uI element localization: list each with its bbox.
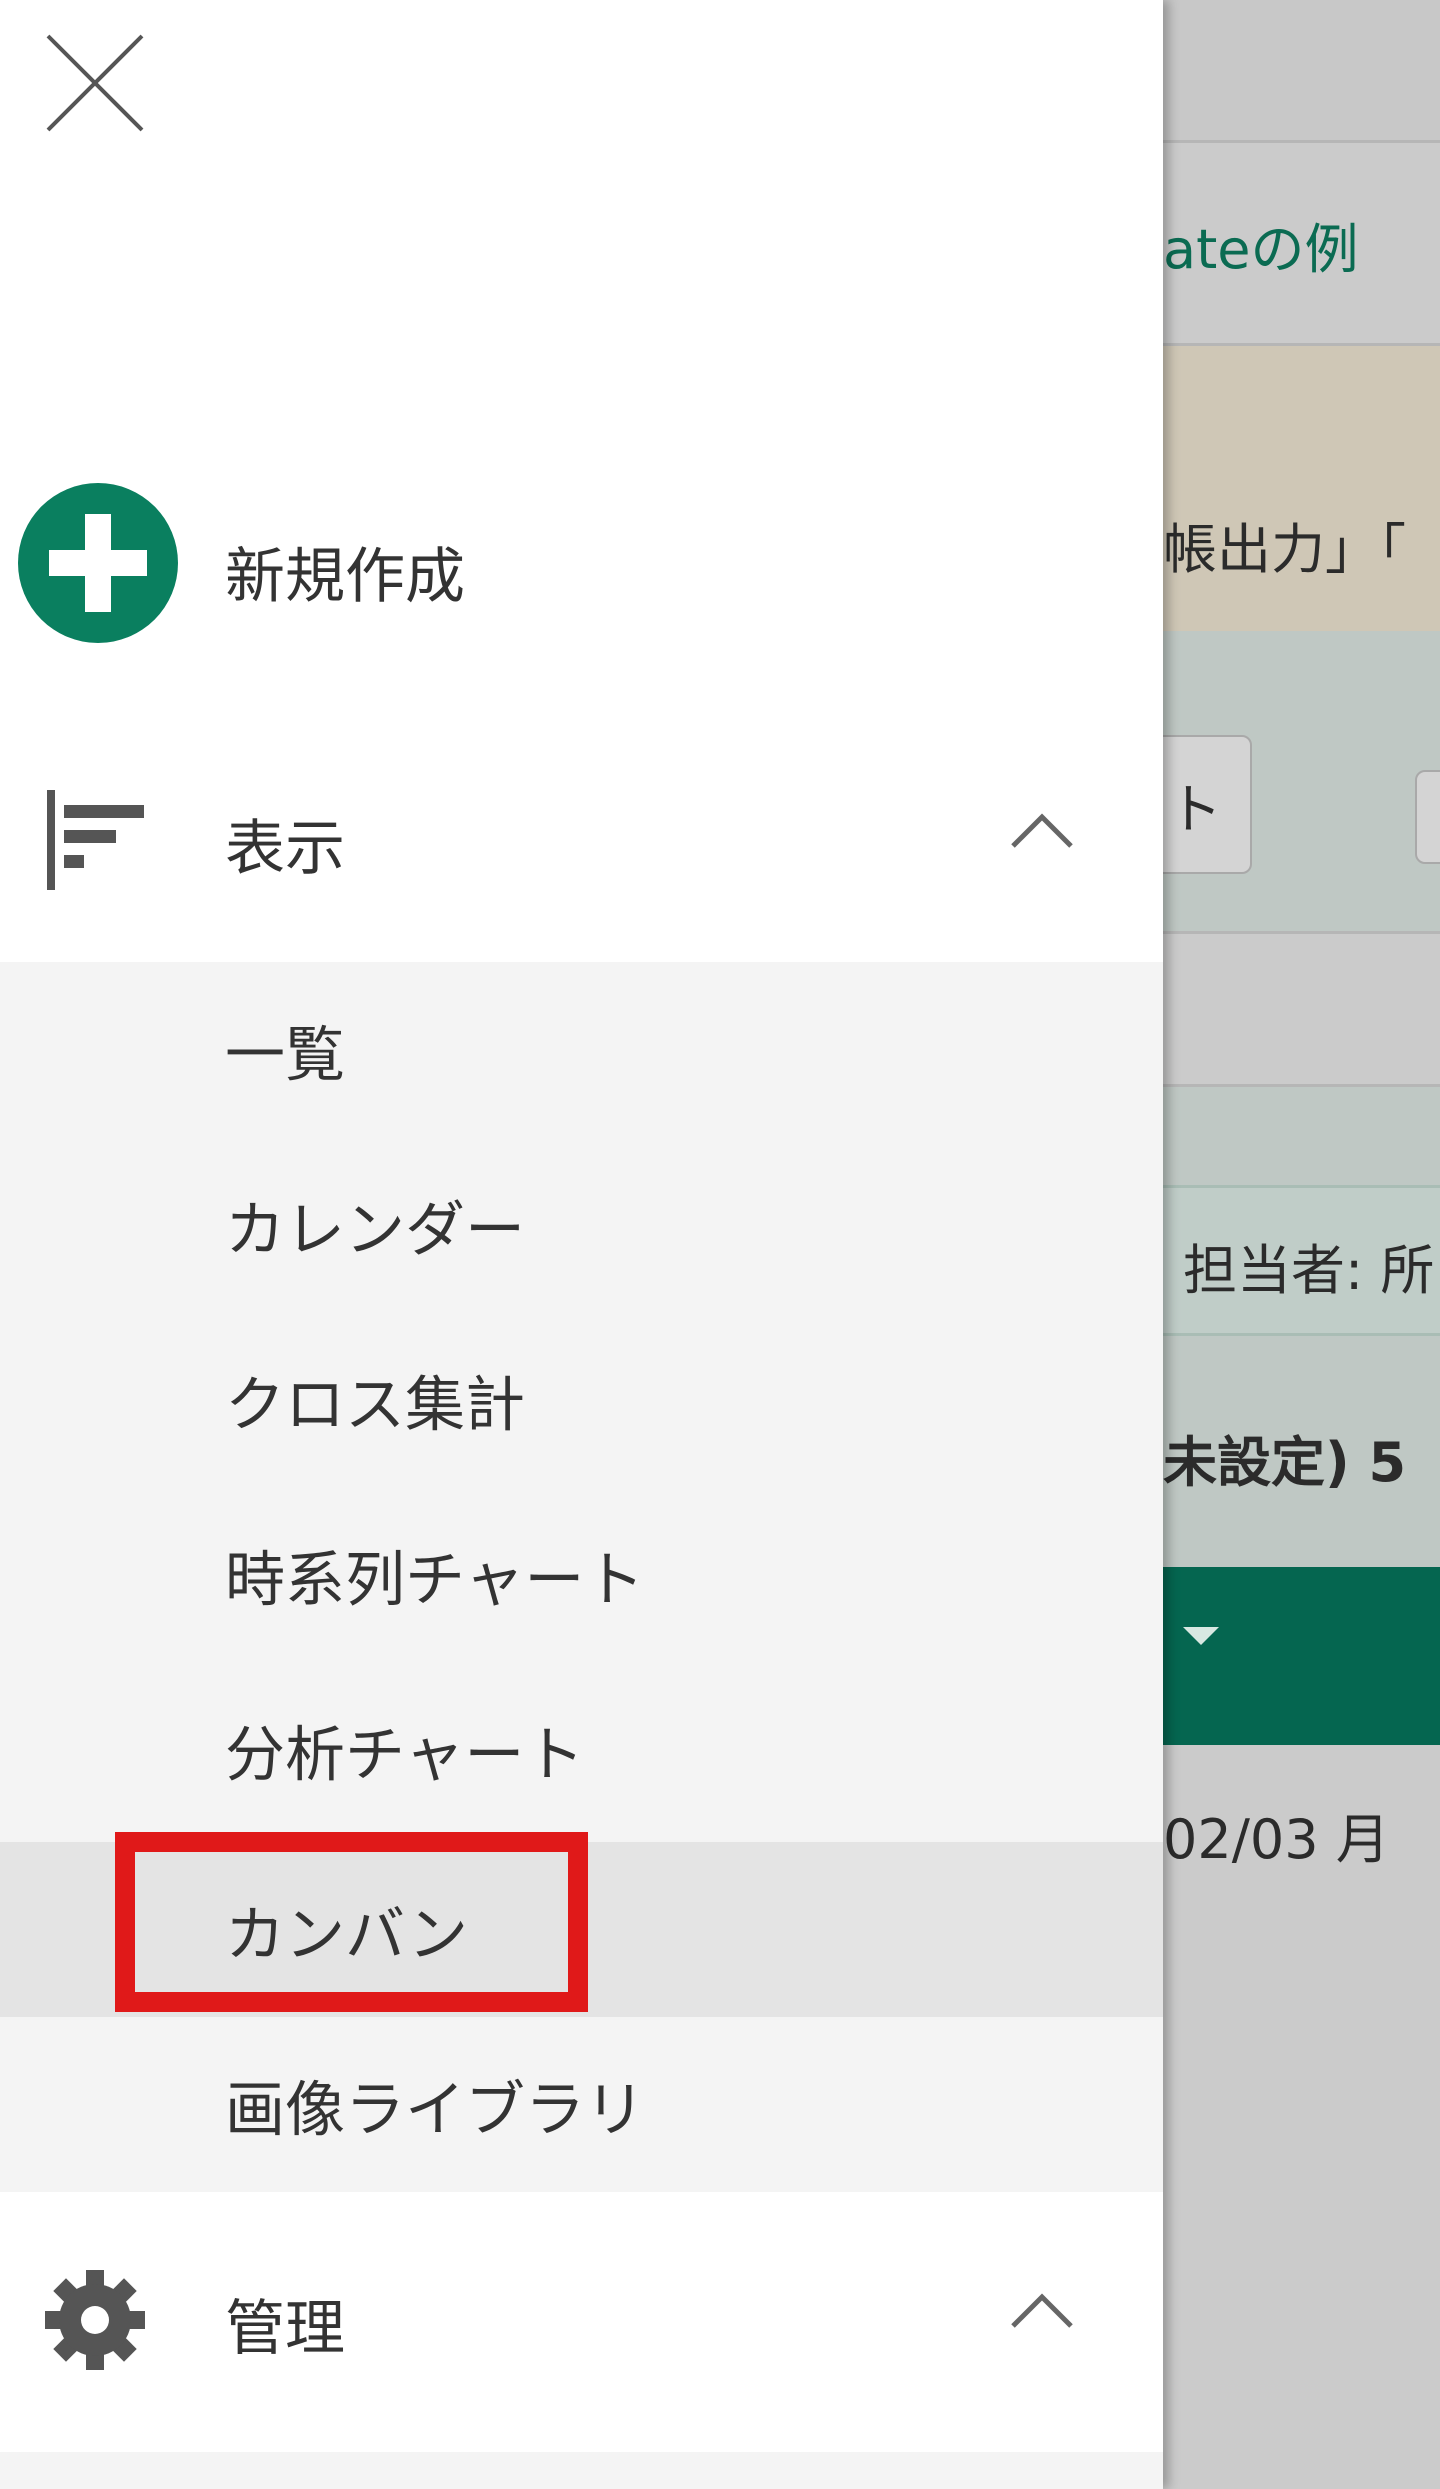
new-item-button[interactable]: 新規作成	[0, 470, 1163, 670]
gear-icon	[45, 2270, 145, 2370]
view-section-label: 表示	[225, 814, 345, 884]
admin-section-header[interactable]: 管理	[0, 2230, 1163, 2410]
bg-notice-area	[1163, 346, 1440, 631]
bg-notice-text: 帳出力」「	[1163, 518, 1406, 581]
menu-item-analysis-chart[interactable]: 分析チャート	[0, 1662, 1163, 1837]
sort-down-icon[interactable]	[1183, 1627, 1219, 1645]
close-icon[interactable]	[40, 28, 150, 138]
bg-toolbar-button-2[interactable]	[1415, 770, 1440, 864]
bg-table-header	[1163, 1567, 1440, 1745]
menu-item-timeseries-chart[interactable]: 時系列チャート	[0, 1487, 1163, 1662]
menu-item-list[interactable]: 一覧	[0, 962, 1163, 1137]
bg-spacer	[1163, 934, 1440, 1084]
view-list-icon	[47, 790, 144, 890]
menu-item-label: 画像ライブラリ	[225, 2075, 645, 2145]
menu-item-label: 一覧	[225, 1020, 345, 1090]
admin-section-label: 管理	[225, 2294, 345, 2364]
admin-submenu-start	[0, 2452, 1163, 2489]
menu-item-crosstab[interactable]: クロス集計	[0, 1312, 1163, 1487]
navigation-drawer: 新規作成 表示 一覧 カレンダー クロス集計 時系列チャート 分析チャート カン…	[0, 0, 1163, 2489]
bg-toolbar-button[interactable]: ト	[1150, 735, 1252, 874]
bg-group-label: 未設定) 5	[1163, 1431, 1407, 1494]
bg-filter-chip[interactable]: 担当者: 所	[1163, 1185, 1440, 1336]
menu-item-label: 時系列チャート	[225, 1545, 645, 1615]
chevron-up-icon[interactable]	[1007, 2288, 1077, 2332]
menu-item-label: クロス集計	[225, 1370, 525, 1440]
view-section-header[interactable]: 表示	[0, 760, 1163, 940]
plus-circle-icon	[18, 483, 178, 643]
menu-item-calendar[interactable]: カレンダー	[0, 1137, 1163, 1312]
new-item-label: 新規作成	[225, 542, 465, 612]
bg-top-bar	[1163, 0, 1440, 140]
bg-title-link[interactable]: ateの例	[1163, 205, 1359, 284]
menu-item-label: 分析チャート	[225, 1720, 585, 1790]
highlight-annotation	[115, 1832, 588, 2012]
chevron-up-icon[interactable]	[1007, 808, 1077, 852]
menu-item-label: カレンダー	[225, 1195, 525, 1265]
menu-item-image-library[interactable]: 画像ライブラリ	[0, 2017, 1163, 2192]
bg-date-cell: 02/03 月	[1163, 1808, 1390, 1871]
